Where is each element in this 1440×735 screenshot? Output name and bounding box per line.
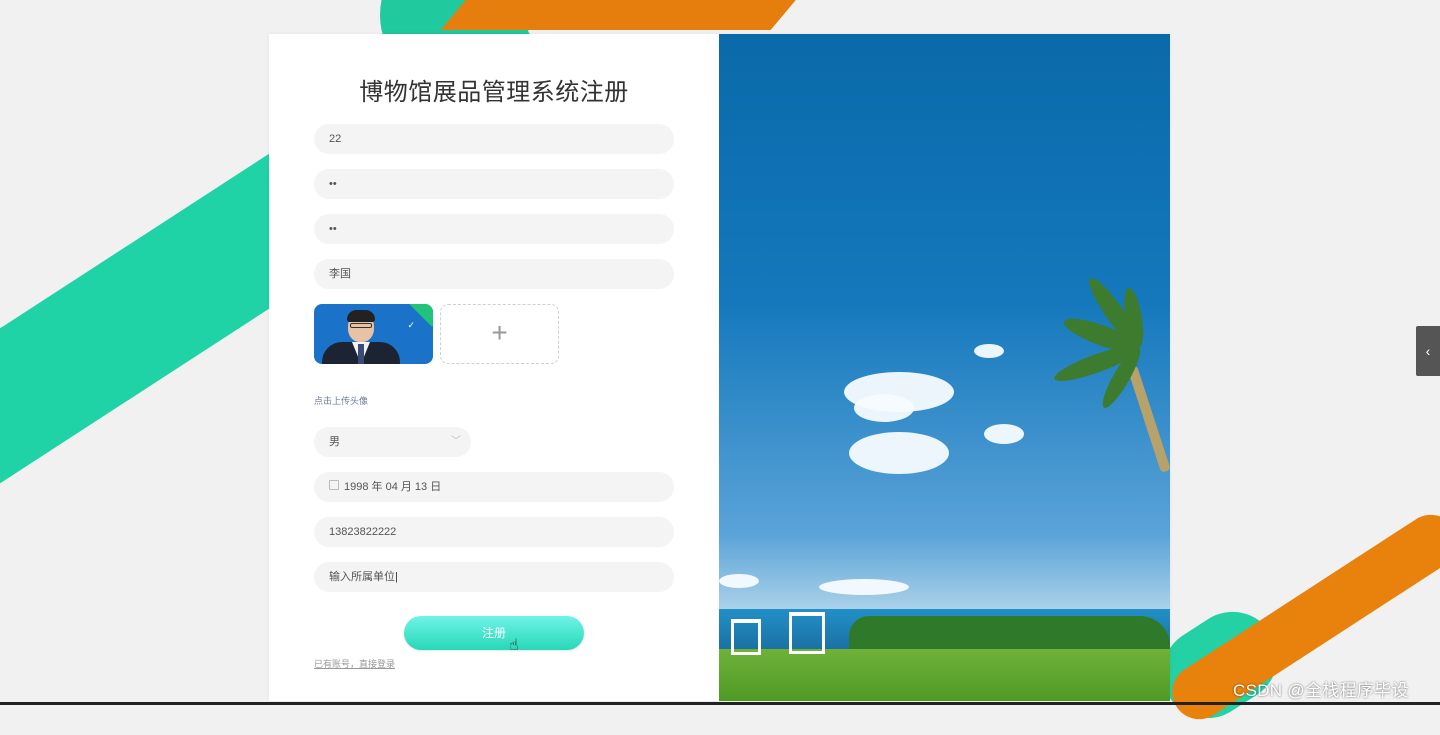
watermark-text: CSDN @全栈程序毕设 xyxy=(1233,681,1409,700)
birthday-value: 1998 年 04 月 13 日 xyxy=(344,481,442,493)
upload-add-button[interactable]: + xyxy=(440,304,559,364)
cloud-shape xyxy=(974,344,1004,358)
password-input[interactable]: •• xyxy=(314,169,674,199)
cloud-shape xyxy=(849,432,949,474)
scenery-image xyxy=(719,34,1170,701)
cloud-shape xyxy=(819,579,909,595)
hand-cursor-icon: ☝ xyxy=(509,637,519,654)
background-orange-stripe xyxy=(440,0,830,30)
chevron-down-icon: ﹀ xyxy=(451,436,461,447)
username-input[interactable]: 22 xyxy=(314,124,674,154)
cloud-shape xyxy=(854,394,914,422)
birthday-picker[interactable]: 1998 年 04 月 13 日 xyxy=(314,472,674,502)
login-link[interactable]: 已有账号，直接登录 xyxy=(314,657,395,670)
register-form: 博物馆展品管理系统注册 22 •• •• 李国 ✓ + 点击上传头像 男 ﹀ 1… xyxy=(269,34,719,701)
check-icon: ✓ xyxy=(407,320,415,330)
avatar-person-hair xyxy=(347,310,375,322)
cloud-shape xyxy=(984,424,1024,444)
avatar-person-tie xyxy=(358,344,364,364)
gender-select-value: 男 xyxy=(329,436,340,448)
gender-select[interactable]: 男 ﹀ xyxy=(314,427,471,457)
calendar-icon xyxy=(329,480,339,491)
text-caret: | xyxy=(395,571,398,583)
beach-chair xyxy=(731,619,761,655)
side-panel-toggle[interactable]: ‹ xyxy=(1416,326,1440,376)
avatar-person-glasses xyxy=(350,323,372,328)
confirm-password-input[interactable]: •• xyxy=(314,214,674,244)
palm-trunk xyxy=(1127,365,1170,473)
avatar-preview[interactable]: ✓ xyxy=(314,304,433,364)
page-title: 博物馆展品管理系统注册 xyxy=(359,79,629,106)
register-button[interactable]: 注册 xyxy=(404,616,584,650)
chevron-left-icon: ‹ xyxy=(1425,343,1431,359)
beach-chair xyxy=(789,612,825,654)
bushes xyxy=(849,616,1170,652)
register-card: 博物馆展品管理系统注册 22 •• •• 李国 ✓ + 点击上传头像 男 ﹀ 1… xyxy=(269,34,1170,701)
unit-input[interactable]: 输入所属单位| xyxy=(314,562,674,592)
grass xyxy=(719,649,1170,701)
phone-input[interactable]: 13823822222 xyxy=(314,517,674,547)
unit-input-placeholder: 输入所属单位 xyxy=(329,571,395,583)
cloud-shape xyxy=(719,574,759,588)
upload-hint: 点击上传头像 xyxy=(314,396,369,406)
name-input[interactable]: 李国 xyxy=(314,259,674,289)
plus-icon: + xyxy=(491,317,508,348)
